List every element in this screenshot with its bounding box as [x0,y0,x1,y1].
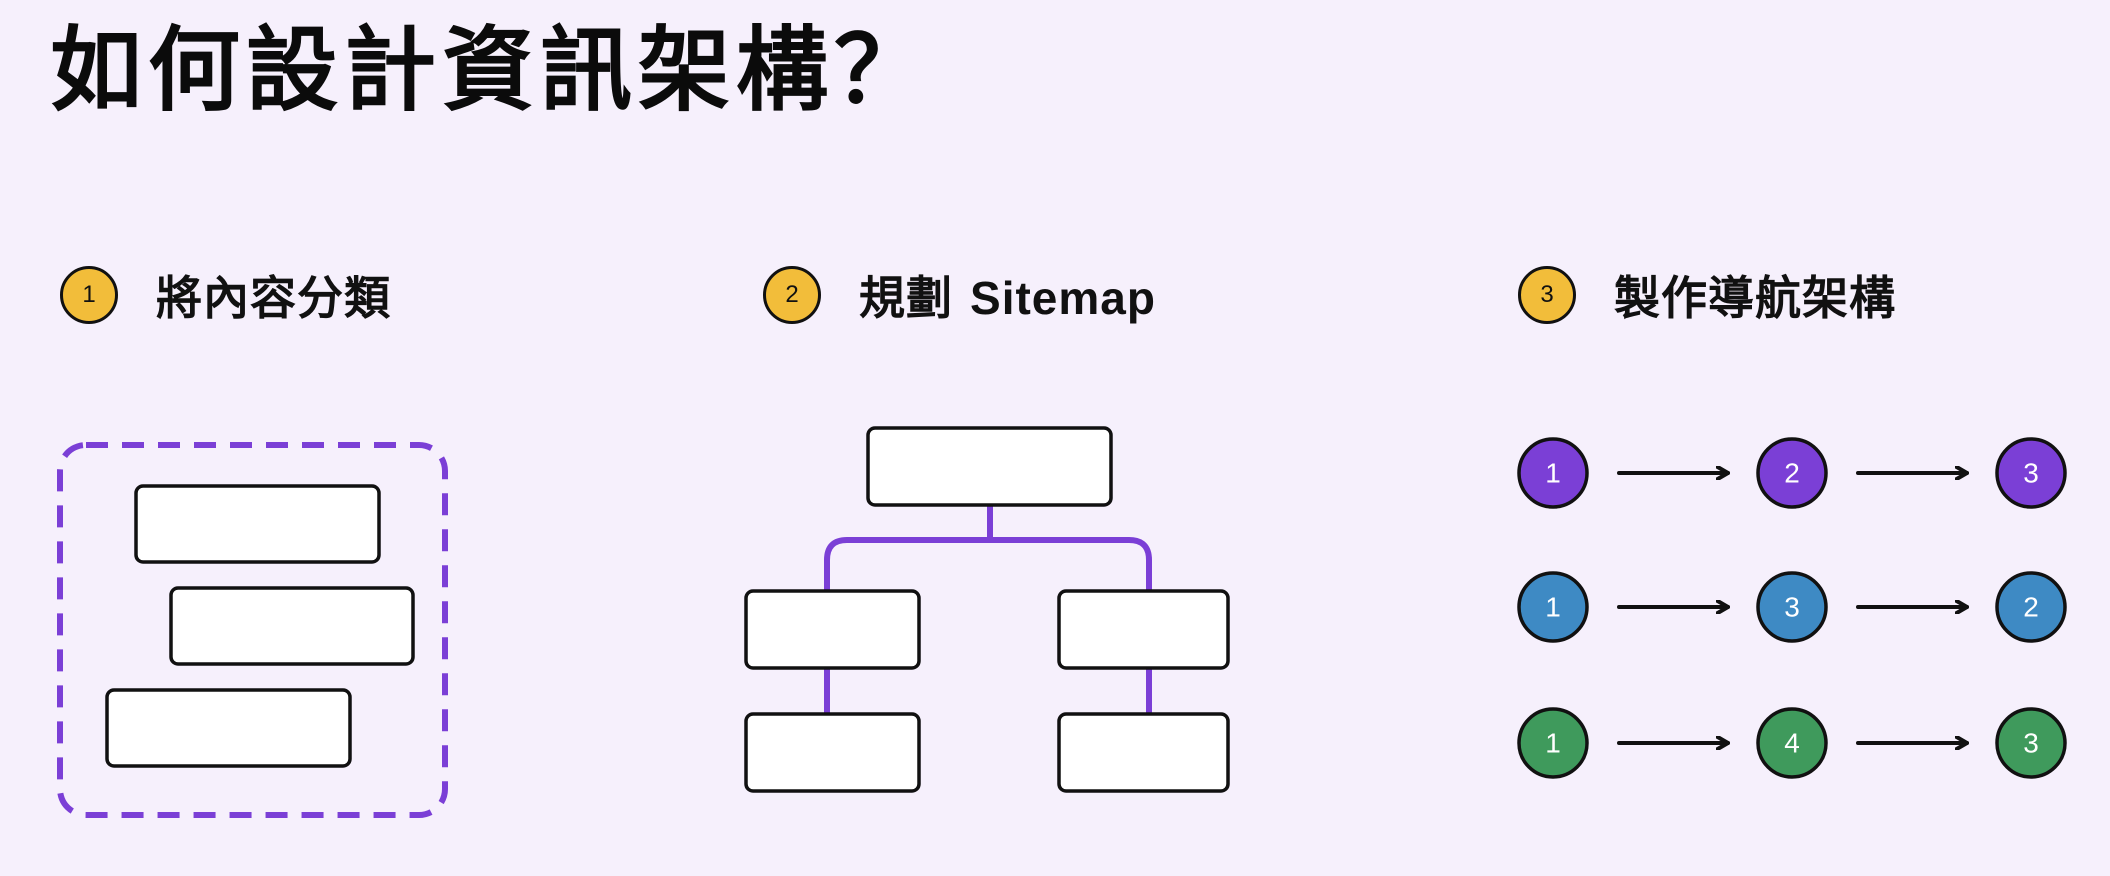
sitemap-root-node [866,426,1113,507]
flow-node-label: 2 [1784,458,1800,489]
sitemap-node-left [744,589,921,670]
flow-node-label: 2 [2023,592,2039,623]
flow-node-label: 1 [1545,592,1561,623]
content-card [105,688,352,768]
flow-node-label: 4 [1784,728,1800,759]
sitemap-leaf-left [744,712,921,793]
sitemap-leaf-right [1057,712,1230,793]
sitemap-connector [824,667,1152,715]
flow-node-label: 3 [1784,592,1800,623]
flow-node-label: 1 [1545,458,1561,489]
content-card [169,586,415,666]
content-card [134,484,381,564]
flow-node-label: 1 [1545,728,1561,759]
sitemap-connector [824,505,1152,592]
sitemap-node-right [1057,589,1230,670]
diagrams-canvas: 1 2 3 1 3 2 1 4 3 [57,426,2067,818]
navigation-flow-diagram: 1 2 3 1 3 2 1 4 3 [1517,437,2067,779]
flow-node-label: 3 [2023,458,2039,489]
flow-node-label: 3 [2023,728,2039,759]
sitemap-diagram [744,426,1230,793]
categorization-diagram [57,442,448,818]
